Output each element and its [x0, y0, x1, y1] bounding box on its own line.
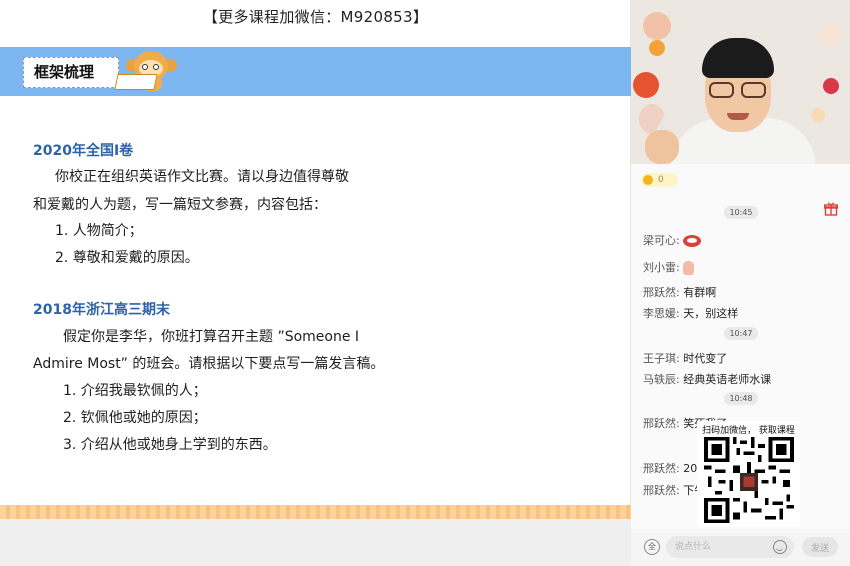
- chat-input-bar: 全 发送: [631, 529, 850, 566]
- chat-username: 李思媛:: [643, 307, 680, 320]
- question-2-title: 2018年浙江高三期末: [33, 302, 170, 318]
- qr-code-icon: [704, 437, 794, 523]
- chat-text: 经典英语老师水课: [683, 373, 772, 386]
- chat-message: 马轶辰: 经典英语老师水课: [643, 371, 771, 387]
- chat-username: 王子琪:: [643, 352, 680, 365]
- chat-message: 李思媛: 天，别这样: [643, 305, 738, 321]
- chat-username: 邢跃然:: [643, 484, 680, 497]
- question-1-point: 1. 人物简介；: [55, 223, 143, 239]
- promo-banner: 【更多课程加微信：M920853】: [202, 8, 429, 26]
- chat-message: 邢跃然: 下午: [643, 482, 705, 498]
- all-members-button[interactable]: 全: [644, 539, 660, 555]
- hand-emoji-icon: [683, 261, 695, 275]
- chat-username: 邢跃然:: [643, 462, 680, 475]
- qr-code-card[interactable]: 扫码加微信， 获取课程: [697, 421, 800, 527]
- chat-message: 邢跃然: 有群啊: [643, 284, 716, 300]
- send-button[interactable]: 发送: [802, 537, 838, 557]
- timestamp-chip: 10:45: [724, 206, 758, 219]
- chat-username: 邢跃然:: [643, 286, 680, 299]
- smile-icon[interactable]: [773, 540, 787, 554]
- question-2-line: Admire Most” 的班会。请根据以下要点写一篇发言稿。: [33, 356, 385, 372]
- chat-text: 天，别这样: [683, 307, 739, 320]
- question-1-title: 2020年全国I卷: [33, 143, 134, 159]
- chat-username: 邢跃然:: [643, 417, 680, 430]
- question-2-point: 1. 介绍我最钦佩的人；: [63, 383, 207, 399]
- chat-username: 梁可心:: [643, 234, 680, 247]
- question-1-line: 你校正在组织英语作文比赛。请以身边值得尊敬: [55, 169, 349, 185]
- gift-icon[interactable]: [824, 202, 838, 216]
- question-1-line: 和爱戴的人为题，写一篇短文参赛，内容包括：: [33, 197, 327, 213]
- chat-username: 刘小雷:: [643, 261, 680, 274]
- slide-area: 【更多课程加微信：M920853】 框架梳理 2020年全国I卷 你校正在组织英…: [0, 0, 631, 566]
- chat-text: 有群啊: [683, 286, 717, 299]
- teacher-video[interactable]: [631, 0, 850, 164]
- section-title: 框架梳理: [23, 57, 119, 88]
- likes-counter[interactable]: 0: [641, 173, 678, 187]
- red-lips-emoji-icon: [683, 235, 702, 247]
- question-1-point: 2. 尊敬和爱戴的原因。: [55, 250, 199, 266]
- coin-icon: [643, 175, 653, 185]
- question-2-point: 2. 钦佩他或她的原因；: [63, 410, 207, 426]
- chat-username: 马轶辰:: [643, 373, 680, 386]
- question-2-point: 3. 介绍从他或她身上学到的东西。: [63, 437, 277, 453]
- timestamp-chip: 10:47: [724, 327, 758, 340]
- chat-message: 王子琪: 时代变了: [643, 350, 727, 366]
- timestamp-chip: 10:48: [724, 392, 758, 405]
- slide-footer: [0, 519, 631, 566]
- chat-message: 邢跃然: 202: [643, 460, 704, 476]
- monkey-mascot-icon: [112, 48, 184, 94]
- question-2-line: 假定你是李华，你班打算召开主题 ”Someone I: [63, 329, 360, 345]
- chat-text: 时代变了: [683, 352, 728, 365]
- qr-caption: 扫码加微信， 获取课程: [702, 426, 795, 436]
- chat-message: 刘小雷:: [643, 259, 695, 275]
- chat-message: 梁可心:: [643, 232, 702, 248]
- decorative-strip: [0, 505, 631, 519]
